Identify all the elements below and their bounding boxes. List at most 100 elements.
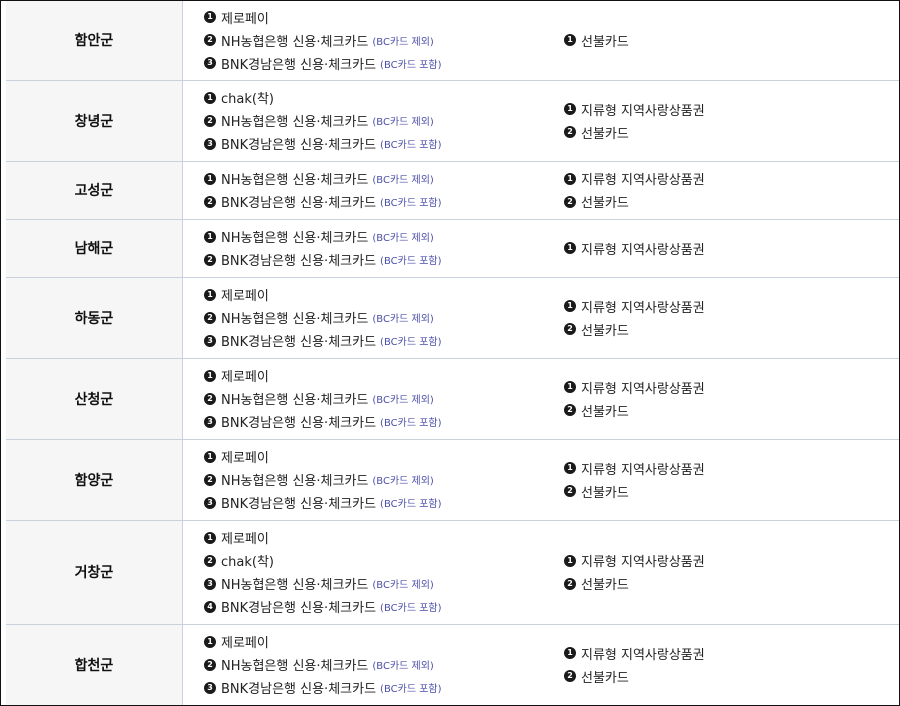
- voucher-label: 선불카드: [581, 126, 629, 142]
- card-note: (BC카드 제외): [372, 476, 434, 487]
- payment-method-label: NH농협은행 신용·체크카드: [221, 393, 369, 408]
- payment-method-label: 제로페이: [221, 532, 269, 547]
- voucher-label: 지류형 지역사랑상품권: [581, 173, 705, 188]
- payment-method-label: 제로페이: [221, 289, 269, 304]
- payment-method-item: 1 chak(착): [204, 86, 560, 109]
- number-badge-icon: 1: [564, 381, 576, 393]
- region-name: 고성군: [6, 161, 183, 219]
- region-name: 거창군: [6, 520, 183, 624]
- number-badge-icon: 2: [564, 485, 576, 497]
- card-note: (BC카드 포함): [380, 684, 442, 696]
- card-note: (BC카드 제외): [372, 661, 434, 673]
- table-body: 함안군 1 제로페이 2 NH농협은행 신용·체크카드 (BC카드 제외) 3 BNK경남은행…: [6, 1, 899, 705]
- payment-method-item: 2 NH농협은행 신용·체크카드 (BC카드 제외): [204, 29, 560, 52]
- payment-method-item: 1 제로페이: [204, 526, 560, 549]
- voucher-types-cell: 1 지류형 지역사랑상품권 2 선불카드: [560, 358, 899, 439]
- number-badge-icon: 3: [204, 577, 216, 590]
- number-badge-icon: 1: [564, 172, 576, 185]
- table-row: 고성군 1 NH농협은행 신용·체크카드 (BC카드 제외) 2 BNK경남은행 신용·체…: [6, 161, 899, 219]
- region-name: 남해군: [6, 219, 183, 277]
- payment-method-label: BNK경남은행 신용·체크카드: [221, 138, 377, 153]
- voucher-item: 2 선불카드: [564, 480, 899, 503]
- region-name: 창녕군: [6, 80, 183, 161]
- table-row: 합천군 1 제로페이 2 NH농협은행 신용·체크카드 (BC카드 제외) 3 BNK경남은행…: [6, 624, 899, 705]
- number-badge-icon: 3: [204, 496, 216, 509]
- number-badge-icon: 1: [204, 450, 216, 463]
- table-frame: 함안군 1 제로페이 2 NH농협은행 신용·체크카드 (BC카드 제외) 3 BNK경남은행…: [0, 0, 900, 706]
- payment-method-label: NH농협은행 신용·체크카드: [221, 659, 369, 675]
- payment-method-label: NH농협은행 신용·체크카드: [221, 34, 369, 50]
- payment-method-label: BNK경남은행 신용·체크카드: [221, 335, 377, 350]
- table-row: 함안군 1 제로페이 2 NH농협은행 신용·체크카드 (BC카드 제외) 3 BNK경남은행…: [6, 1, 899, 80]
- number-badge-icon: 2: [204, 114, 216, 127]
- voucher-label: 선불카드: [581, 404, 629, 420]
- voucher-item: 1 선불카드: [564, 29, 899, 52]
- number-badge-icon: 1: [564, 34, 576, 47]
- payment-method-label: BNK경남은행 신용·체크카드: [221, 416, 377, 431]
- voucher-label: 지류형 지역사랑상품권: [581, 242, 705, 258]
- card-note: (BC카드 제외): [372, 36, 434, 48]
- voucher-label: 선불카드: [581, 323, 629, 339]
- number-badge-icon: 2: [564, 577, 576, 590]
- voucher-label: 선불카드: [581, 670, 629, 686]
- payment-method-item: 3 BNK경남은행 신용·체크카드 (BC카드 포함): [204, 52, 560, 75]
- payment-method-item: 3 BNK경남은행 신용·체크카드 (BC카드 포함): [204, 676, 560, 699]
- payment-method-item: 2 NH농협은행 신용·체크카드 (BC카드 제외): [204, 468, 560, 491]
- number-badge-icon: 2: [204, 311, 216, 324]
- number-badge-icon: 1: [204, 635, 216, 648]
- number-badge-icon: 1: [564, 300, 576, 312]
- card-note: (BC카드 제외): [372, 580, 434, 591]
- region-payment-table: 함안군 1 제로페이 2 NH농협은행 신용·체크카드 (BC카드 제외) 3 BNK경남은행…: [6, 1, 899, 705]
- payment-method-item: 1 NH농협은행 신용·체크카드 (BC카드 제외): [204, 167, 560, 190]
- payment-method-label: NH농협은행 신용·체크카드: [221, 173, 369, 188]
- payment-method-item: 4 BNK경남은행 신용·체크카드 (BC카드 포함): [204, 595, 560, 618]
- payment-method-item: 2 BNK경남은행 신용·체크카드 (BC카드 포함): [204, 248, 560, 271]
- payment-method-item: 1 제로페이: [204, 630, 560, 653]
- number-badge-icon: 1: [204, 369, 216, 382]
- number-badge-icon: 3: [204, 57, 216, 70]
- number-badge-icon: 1: [204, 172, 216, 185]
- payment-method-label: chak(착): [221, 92, 274, 107]
- number-badge-icon: 1: [204, 11, 216, 24]
- number-badge-icon: 1: [564, 242, 576, 254]
- voucher-item: 2 선불카드: [564, 399, 899, 422]
- table-row: 하동군 1 제로페이 2 NH농협은행 신용·체크카드 (BC카드 제외) 3 BNK경남은행…: [6, 277, 899, 358]
- voucher-item: 1 지류형 지역사랑상품권: [564, 457, 899, 480]
- voucher-types-cell: 1 지류형 지역사랑상품권 2 선불카드: [560, 80, 899, 161]
- number-badge-icon: 2: [204, 253, 216, 266]
- card-note: (BC카드 제외): [372, 314, 434, 325]
- number-badge-icon: 2: [564, 404, 576, 416]
- payment-methods-cell: 1 chak(착) 2 NH농협은행 신용·체크카드 (BC카드 제외) 3 BNK경남은행…: [183, 80, 561, 161]
- number-badge-icon: 3: [204, 415, 216, 428]
- table-row: 산청군 1 제로페이 2 NH농협은행 신용·체크카드 (BC카드 제외) 3 BNK경남은행…: [6, 358, 899, 439]
- payment-methods-cell: 1 NH농협은행 신용·체크카드 (BC카드 제외) 2 BNK경남은행 신용·체크카드…: [183, 219, 561, 277]
- voucher-types-cell: 1 지류형 지역사랑상품권 2 선불카드: [560, 520, 899, 624]
- payment-methods-cell: 1 제로페이 2 NH농협은행 신용·체크카드 (BC카드 제외) 3 BNK경남은행 신용…: [183, 1, 561, 80]
- payment-method-label: NH농협은행 신용·체크카드: [221, 115, 369, 130]
- payment-method-label: NH농협은행 신용·체크카드: [221, 312, 369, 327]
- card-note: (BC카드 포함): [380, 499, 442, 510]
- number-badge-icon: 2: [204, 195, 216, 208]
- payment-method-label: BNK경남은행 신용·체크카드: [221, 254, 377, 269]
- payment-method-label: 제로페이: [221, 370, 269, 385]
- number-badge-icon: 2: [564, 670, 576, 683]
- payment-methods-cell: 1 제로페이 2 chak(착) 3 NH농협은행 신용·체크카드 (BC카드 제외) 4 BN…: [183, 520, 561, 624]
- voucher-label: 선불카드: [581, 196, 629, 211]
- voucher-item: 2 선불카드: [564, 318, 899, 341]
- number-badge-icon: 1: [564, 103, 576, 115]
- number-badge-icon: 2: [204, 554, 216, 567]
- card-note: (BC카드 포함): [380, 198, 442, 209]
- table-row: 창녕군 1 chak(착) 2 NH농협은행 신용·체크카드 (BC카드 제외) 3 BNK경…: [6, 80, 899, 161]
- voucher-types-cell: 1 지류형 지역사랑상품권 2 선불카드: [560, 277, 899, 358]
- voucher-label: 선불카드: [581, 578, 629, 593]
- voucher-item: 2 선불카드: [564, 572, 899, 595]
- number-badge-icon: 1: [204, 288, 216, 301]
- voucher-item: 1 지류형 지역사랑상품권: [564, 295, 899, 318]
- payment-method-item: 3 NH농협은행 신용·체크카드 (BC카드 제외): [204, 572, 560, 595]
- region-name: 함양군: [6, 439, 183, 520]
- payment-method-item: 3 BNK경남은행 신용·체크카드 (BC카드 포함): [204, 410, 560, 433]
- number-badge-icon: 2: [564, 195, 576, 208]
- voucher-label: 지류형 지역사랑상품권: [581, 647, 705, 663]
- payment-methods-cell: 1 제로페이 2 NH농협은행 신용·체크카드 (BC카드 제외) 3 BNK경남은행 신용…: [183, 624, 561, 705]
- payment-method-item: 3 BNK경남은행 신용·체크카드 (BC카드 포함): [204, 132, 560, 155]
